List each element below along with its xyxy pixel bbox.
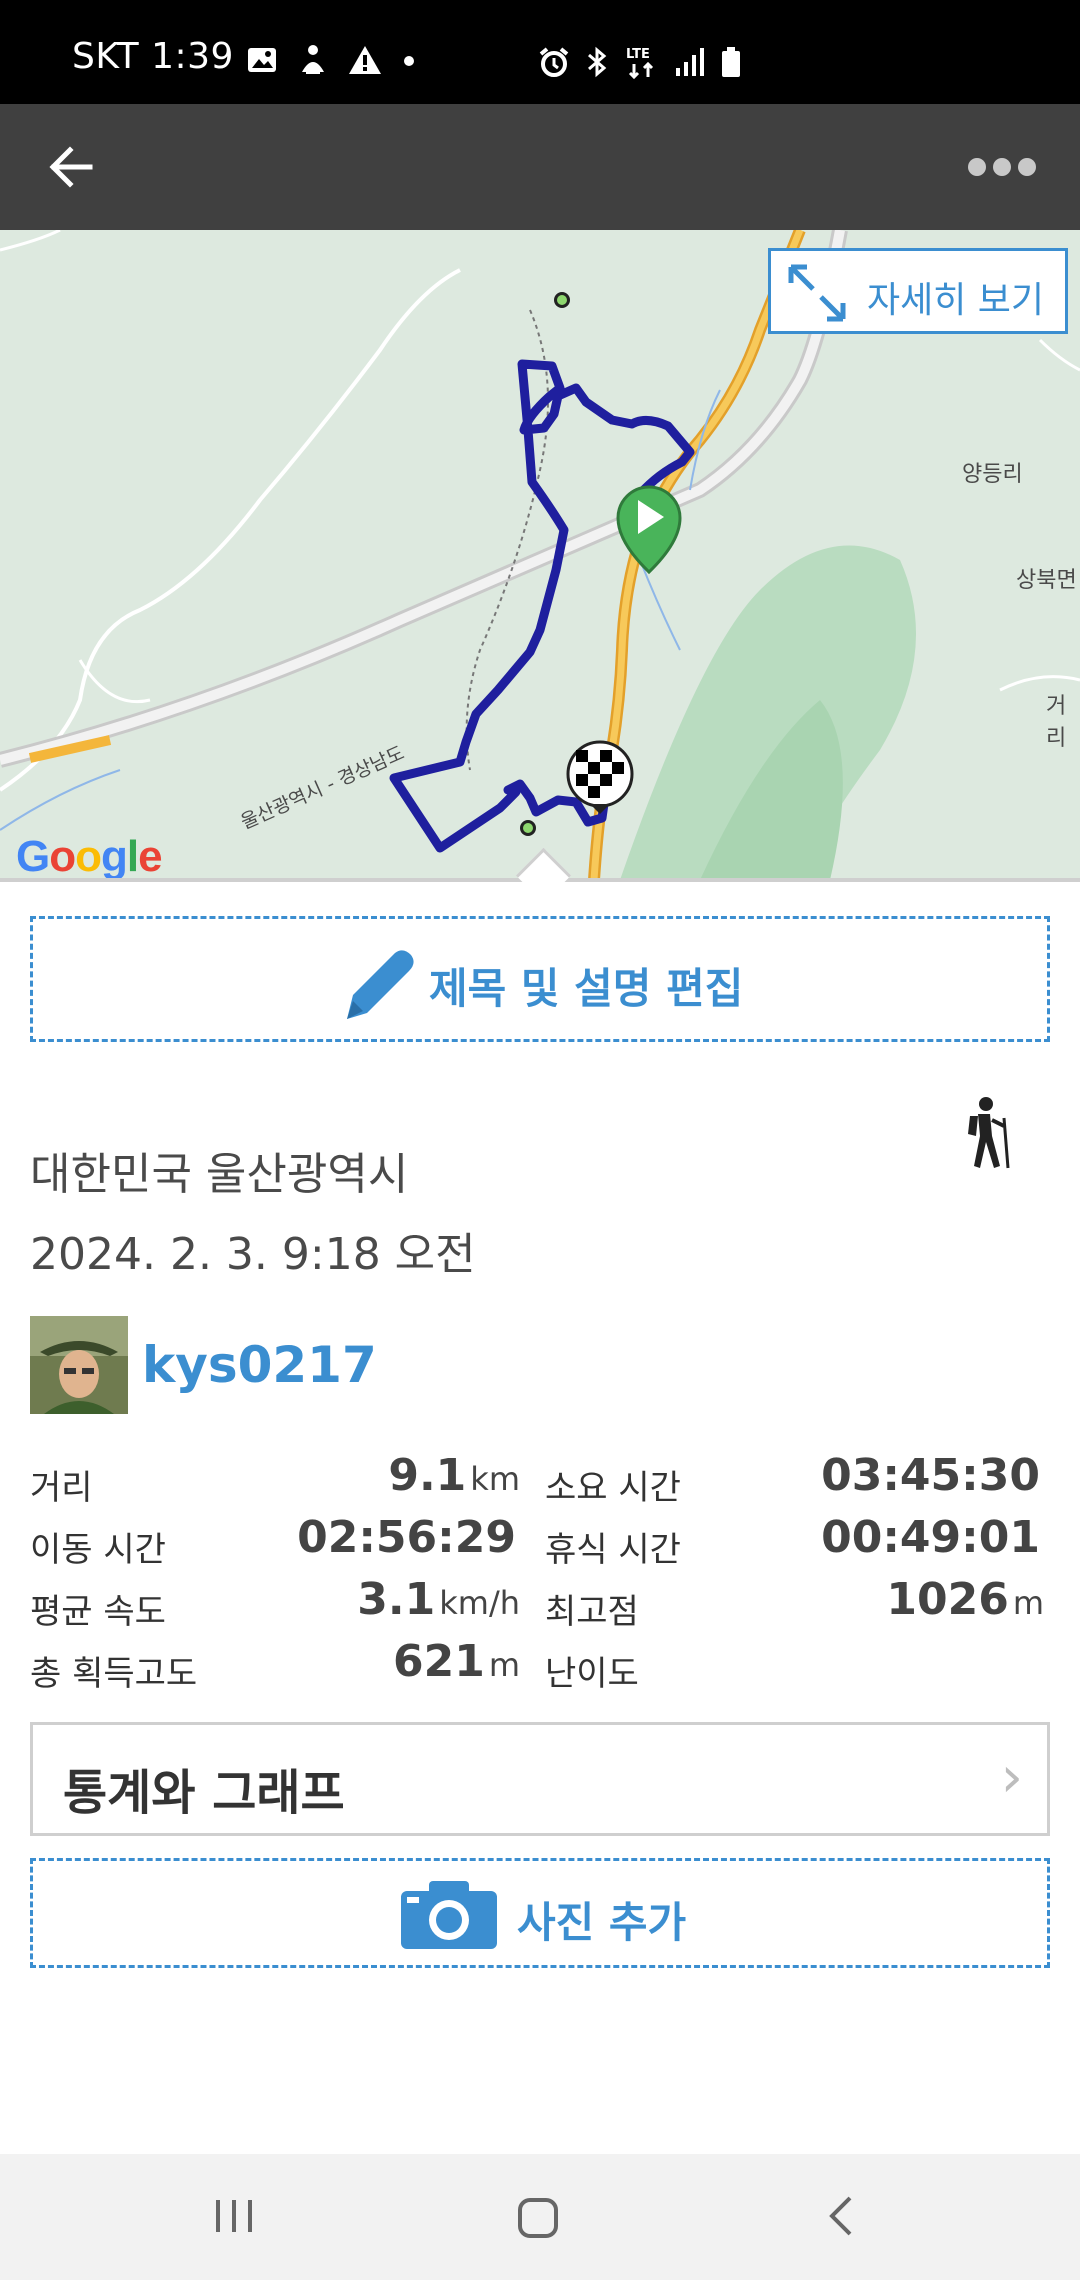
more-dot-icon [993,158,1011,176]
stat-label: 총 획득고도 [30,1654,198,1694]
accessibility-icon [298,44,328,80]
stat-label: 거리 [30,1468,93,1508]
stat-value: 02:56:29 [297,1512,516,1563]
map-detail-label: 자세히 보기 [867,280,1045,321]
stat-unit: km/h [439,1584,520,1622]
back-icon [829,2196,852,2236]
stat-value: 3.1 [357,1574,436,1625]
activity-location: 대한민국 울산광역시 [30,1149,409,1200]
stat-row: 거리 9.1 km 소요 시간 03:45:30 [30,1448,1050,1510]
stat-value: 9.1 [388,1450,467,1501]
stat-value: 621 [392,1636,485,1687]
stat-row: 총 획득고도 621 m 난이도 [30,1634,1050,1696]
expand-icon [788,264,846,322]
arrow-left-icon [49,146,93,188]
battery-icon [720,46,742,82]
bluetooth-icon [584,46,610,82]
lte-icon: LTE [624,44,660,84]
avatar[interactable] [30,1316,128,1414]
route-map[interactable]: 양등리 상북면 거리 울산광역시 - 경상남도 자세히 보기 Google [0,230,1080,880]
stats-graph-button[interactable]: 통계와 그래프 › [30,1722,1050,1836]
dot-icon [402,53,416,72]
stat-label: 휴식 시간 [545,1530,681,1570]
place-label: 양등리 [962,462,1023,487]
more-dot-icon [1018,158,1036,176]
signal-icon [674,46,706,82]
home-button[interactable] [514,2194,562,2246]
place-label: 상북면 [1016,568,1077,593]
stat-label: 이동 시간 [30,1530,166,1570]
nav-back-button[interactable] [820,2194,864,2242]
app-bar [0,104,1080,230]
recents-icon [216,2200,252,2232]
avatar-photo [30,1316,128,1414]
add-photo-button[interactable]: 사진 추가 [30,1858,1050,1968]
system-nav-bar [0,2154,1080,2280]
stat-label: 난이도 [545,1654,639,1694]
stats-graph-label: 통계와 그래프 [63,1765,345,1821]
stat-value: 00:49:01 [821,1512,1040,1563]
stat-value: 1026 [886,1574,1009,1625]
stat-label: 최고점 [545,1592,639,1632]
back-button[interactable] [40,134,106,200]
google-logo: Google [16,832,163,880]
pencil-icon [347,950,414,1019]
stat-row: 이동 시간 02:56:29 휴식 시간 00:49:01 [30,1510,1050,1572]
stat-unit: km [470,1460,520,1498]
stat-unit: m [1012,1584,1044,1622]
place-label: 거리 [1046,694,1067,751]
stat-label: 소요 시간 [545,1468,681,1508]
stat-label: 평균 속도 [30,1592,166,1632]
edit-title-button[interactable]: 제목 및 설명 편집 [30,916,1050,1042]
hiking-icon [968,1097,1010,1169]
edit-title-label: 제목 및 설명 편집 [429,964,744,1013]
activity-datetime: 2024. 2. 3. 9:18 오전 [30,1229,476,1280]
chevron-right-icon: › [1000,1745,1023,1810]
status-time: SKT 1:39 [72,36,234,77]
add-photo-label: 사진 추가 [517,1898,687,1947]
warning-icon [348,44,382,80]
stat-value: 03:45:30 [821,1450,1040,1501]
alarm-icon [538,46,570,82]
camera-icon [401,1881,497,1949]
stats-table: 거리 9.1 km 소요 시간 03:45:30 이동 시간 02:56:29 휴… [30,1448,1050,1696]
home-icon [518,2198,558,2238]
stat-unit: m [488,1646,520,1684]
image-icon [246,44,278,80]
map-detail-button[interactable]: 자세히 보기 [768,248,1068,334]
more-dot-icon [968,158,986,176]
stat-row: 평균 속도 3.1 km/h 최고점 1026 m [30,1572,1050,1634]
more-options-button[interactable] [968,142,1048,192]
svg-text:LTE: LTE [626,47,650,62]
status-bar: SKT 1:39 LTE [0,0,1080,104]
username-link[interactable]: kys0217 [142,1336,377,1394]
recents-button[interactable] [212,2194,256,2242]
